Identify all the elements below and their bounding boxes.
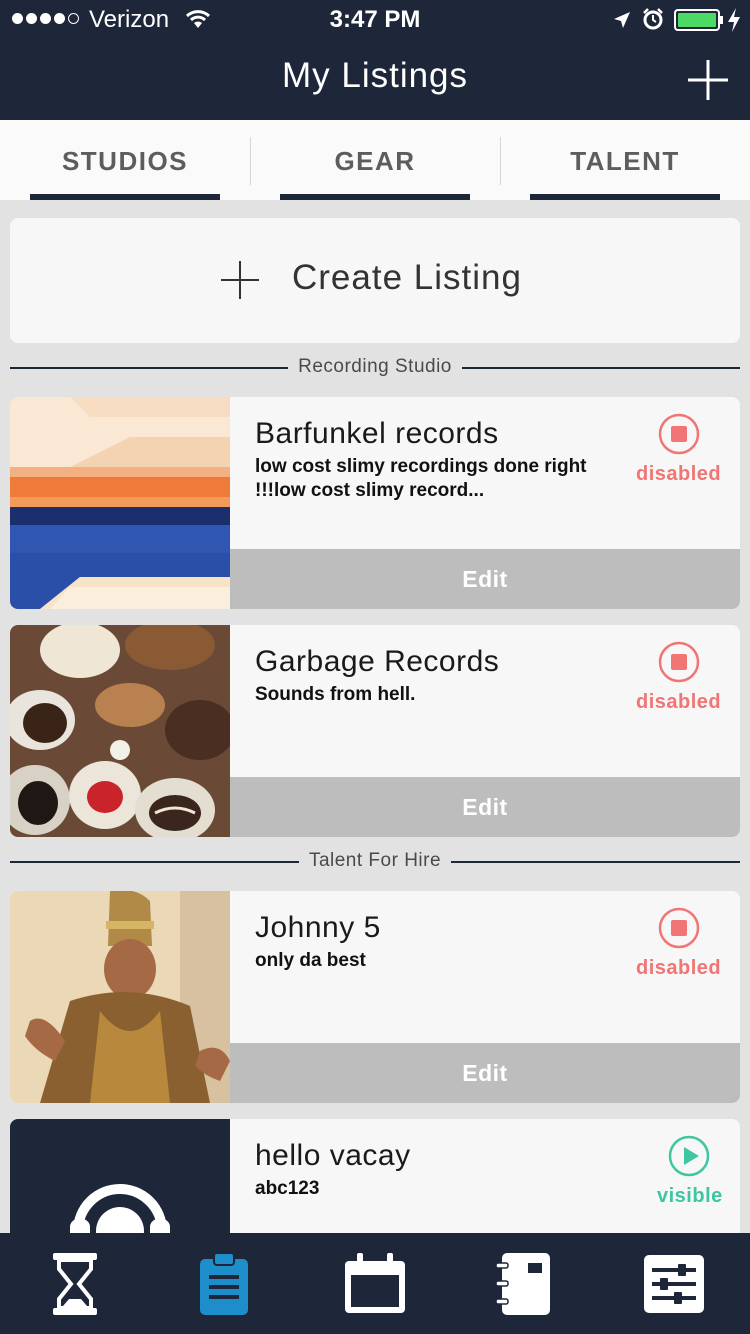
section-title: Talent For Hire [298,850,452,871]
clock: 3:47 PM [329,6,421,33]
listing-title: hello vacay [255,1139,411,1172]
section-header: Talent For Hire [10,850,740,874]
listing-title: Barfunkel records [255,417,499,450]
tab-talent[interactable]: TALENT [500,120,750,200]
calendar-icon[interactable] [343,1251,407,1317]
stop-icon[interactable] [658,641,700,683]
add-listing-button[interactable] [686,58,730,102]
listing-card[interactable]: Johnny 5 only da best disabled Edit [10,891,740,1103]
section-title: Recording Studio [288,356,462,377]
category-tabs: STUDIOS GEAR TALENT [0,120,750,200]
play-icon[interactable] [668,1135,710,1177]
status-badge: disabled [636,957,722,979]
section-header: Recording Studio [10,356,740,380]
edit-button[interactable]: Edit [230,1043,740,1103]
plus-icon [221,261,259,299]
listing-description: only da best [255,950,366,971]
notebook-icon[interactable] [492,1251,556,1317]
battery-icon [674,9,723,31]
status-badge: visible [657,1185,723,1207]
listing-description: low cost slimy recordings done right !!!… [255,456,587,501]
tab-indicator [530,194,720,200]
listing-description: abc123 [255,1178,320,1199]
edit-button[interactable]: Edit [230,777,740,837]
listing-card[interactable]: Barfunkel records low cost slimy recordi… [10,397,740,609]
tab-label: STUDIOS [61,146,189,176]
status-badge: disabled [636,463,722,485]
listing-title: Johnny 5 [255,911,381,944]
listing-title: Garbage Records [255,645,500,678]
listing-thumbnail [10,891,230,1103]
listing-description: Sounds from hell. [255,684,416,705]
charging-bolt-icon [728,8,740,32]
status-bar: Verizon 3:47 PM [0,0,750,40]
bottom-tab-bar [0,1233,750,1334]
app-screen: Verizon 3:47 PM My Listings STUDIOS GEAR… [0,0,750,1334]
page-title: My Listings [281,56,469,95]
listing-card[interactable]: Garbage Records Sounds from hell. disabl… [10,625,740,837]
edit-label: Edit [462,566,508,592]
tab-indicator [30,194,220,200]
edit-button[interactable]: Edit [230,549,740,609]
top-bar: Verizon 3:47 PM My Listings [0,0,750,120]
tab-divider [500,137,501,185]
status-badge: disabled [636,691,722,713]
tab-studios[interactable]: STUDIOS [0,120,250,200]
tab-gear[interactable]: GEAR [250,120,500,200]
stop-icon[interactable] [658,413,700,455]
stop-icon[interactable] [658,907,700,949]
edit-label: Edit [462,1060,508,1086]
listing-thumbnail [10,397,230,609]
tab-divider [250,137,251,185]
create-listing-button[interactable]: Create Listing [10,218,740,343]
listing-thumbnail [10,625,230,837]
tab-indicator [280,194,470,200]
clipboard-icon[interactable] [192,1251,256,1317]
location-arrow-icon [614,12,630,28]
tab-label: GEAR [334,146,416,176]
tab-label: TALENT [570,146,680,176]
sliders-icon[interactable] [642,1251,706,1317]
edit-label: Edit [462,794,508,820]
hourglass-icon[interactable] [43,1251,107,1317]
create-listing-label: Create Listing [292,258,522,297]
alarm-clock-icon [643,8,663,30]
